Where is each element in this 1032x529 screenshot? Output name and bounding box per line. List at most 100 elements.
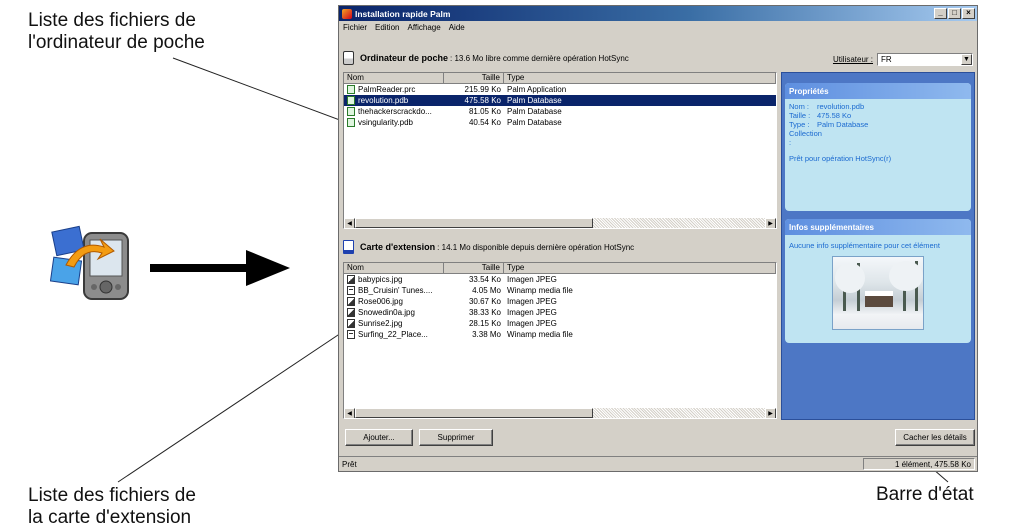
scroll-right-icon[interactable]: ▶ [765, 408, 776, 418]
scroll-right-icon[interactable]: ▶ [765, 218, 776, 228]
file-type: Palm Database [507, 107, 562, 116]
close-button[interactable]: × [962, 8, 975, 19]
window-titlebar[interactable]: Installation rapide Palm _ □ × [339, 6, 977, 21]
file-row[interactable]: babypics.jpg 33.54 Ko Imagen JPEG [344, 274, 776, 285]
menu-bar: Fichier Edition Affichage Aide [339, 21, 977, 33]
column-header-type[interactable]: Type [504, 73, 776, 83]
remove-button[interactable]: Supprimer [419, 429, 493, 446]
file-size: 3.38 Mo [472, 330, 501, 339]
file-name-cell: thehackerscrackdo... [344, 107, 444, 116]
add-button[interactable]: Ajouter... [345, 429, 413, 446]
file-name: thehackerscrackdo... [358, 107, 432, 116]
menu-edition[interactable]: Edition [375, 23, 399, 32]
file-row[interactable]: PalmReader.prc 215.99 Ko Palm Application [344, 84, 776, 95]
card-horizontal-scrollbar[interactable]: ◀ ▶ [344, 407, 776, 418]
expansion-card-icon [343, 240, 354, 254]
card-info: : 14.1 Mo disponible depuis dernière opé… [437, 242, 635, 252]
file-name-cell: BB_Cruisin' Tunes.... [344, 286, 444, 295]
file-name: Sunrise2.jpg [358, 319, 403, 328]
file-name: Snowedin0a.jpg [358, 308, 415, 317]
scroll-track[interactable] [355, 408, 765, 418]
file-name-cell: Rose006.jpg [344, 297, 444, 306]
user-value: FR [881, 55, 892, 64]
palm-quick-install-window: Installation rapide Palm _ □ × Fichier E… [338, 5, 978, 472]
leader-line-handheld [172, 57, 365, 130]
callout-card-line1: Liste des fichiers de [28, 485, 196, 506]
callout-card-list: Liste des fichiers de la carte d'extensi… [28, 485, 196, 529]
file-row[interactable]: BB_Cruisin' Tunes.... 4.05 Mo Winamp media… [344, 285, 776, 296]
file-row[interactable]: Snowedin0a.jpg 38.33 Ko Imagen JPEG [344, 307, 776, 318]
palm-file-icon [347, 85, 355, 94]
scroll-thumb[interactable] [355, 408, 593, 418]
image-file-icon [347, 308, 355, 317]
file-size: 475.58 Ko [464, 96, 501, 105]
menu-fichier[interactable]: Fichier [343, 23, 367, 32]
menu-affichage[interactable]: Affichage [407, 23, 440, 32]
maximize-button[interactable]: □ [948, 8, 961, 19]
properties-fields: Nom : revolution.pdb Taille : 475.58 Ko … [785, 99, 971, 150]
palm-file-icon [347, 107, 355, 116]
image-file-icon [347, 319, 355, 328]
file-name: revolution.pdb [358, 96, 409, 105]
prop-label: Nom : [789, 102, 810, 111]
file-name-cell: PalmReader.prc [344, 85, 444, 94]
file-name-cell: vsingularity.pdb [344, 118, 444, 127]
card-section-header: Carte d'extension : 14.1 Mo disponible d… [343, 238, 634, 256]
file-row[interactable]: Surfing_22_Place... 3.38 Mo Winamp media f… [344, 329, 776, 340]
scroll-track[interactable] [355, 218, 765, 228]
column-header-size[interactable]: Taille [444, 73, 504, 83]
right-arrow-icon [150, 250, 290, 286]
file-size: 38.33 Ko [468, 308, 501, 317]
palm-file-icon [347, 96, 355, 105]
audio-file-icon [347, 286, 355, 295]
minimize-button[interactable]: _ [934, 8, 947, 19]
file-name: PalmReader.prc [358, 85, 416, 94]
file-type: Imagen JPEG [507, 308, 557, 317]
column-header-size[interactable]: Taille [444, 263, 504, 273]
file-row[interactable]: Sunrise2.jpg 28.15 Ko Imagen JPEG [344, 318, 776, 329]
scroll-left-icon[interactable]: ◀ [344, 408, 355, 418]
hotsync-ready-status: Prêt pour opération HotSync(r) [789, 154, 892, 163]
file-size: 4.05 Mo [472, 286, 501, 295]
hide-details-button[interactable]: Cacher les détails [895, 429, 975, 446]
file-name-cell: Sunrise2.jpg [344, 319, 444, 328]
file-type: Imagen JPEG [507, 319, 557, 328]
card-rows: babypics.jpg 33.54 Ko Imagen JPEG BB_Cruisi… [344, 274, 776, 340]
image-file-icon [347, 275, 355, 284]
handheld-horizontal-scrollbar[interactable]: ◀ ▶ [344, 217, 776, 228]
file-name-cell: babypics.jpg [344, 275, 444, 284]
column-header-type[interactable]: Type [504, 263, 776, 273]
file-row[interactable]: revolution.pdb 475.58 Ko Palm Database [344, 95, 776, 106]
file-row[interactable]: vsingularity.pdb 40.54 Ko Palm Database [344, 117, 776, 128]
column-header-name[interactable]: Nom [344, 263, 444, 273]
handheld-section-header: Ordinateur de poche : 13.6 Mo libre comm… [343, 49, 629, 67]
card-file-list[interactable]: Nom Taille Type babypics.jpg 33.54 Ko Imag… [343, 262, 777, 419]
file-row[interactable]: Rose006.jpg 30.67 Ko Imagen JPEG [344, 296, 776, 307]
callout-card-line2: la carte d'extension [28, 507, 192, 528]
menu-aide[interactable]: Aide [449, 23, 465, 32]
column-header-name[interactable]: Nom [344, 73, 444, 83]
file-size: 215.99 Ko [464, 85, 501, 94]
window-title: Installation rapide Palm [355, 8, 451, 19]
chevron-down-icon[interactable]: ▼ [961, 54, 972, 65]
file-name: Surfing_22_Place... [358, 330, 428, 339]
quick-install-icon [50, 225, 129, 300]
callout-handheld-line1: Liste des fichiers de [28, 10, 196, 31]
leader-line-card [117, 318, 363, 483]
prop-value [817, 129, 967, 147]
scroll-left-icon[interactable]: ◀ [344, 218, 355, 228]
scroll-thumb[interactable] [355, 218, 593, 228]
file-type: Imagen JPEG [507, 275, 557, 284]
user-dropdown[interactable]: FR ▼ [877, 53, 973, 66]
callout-handheld-line2: l'ordinateur de poche [28, 32, 205, 53]
card-label: Carte d'extension [360, 242, 436, 252]
file-name-cell: revolution.pdb [344, 96, 444, 105]
callout-handheld-list: Liste des fichiers de l'ordinateur de po… [28, 10, 205, 54]
audio-file-icon [347, 330, 355, 339]
palm-file-icon [347, 118, 355, 127]
prop-value: revolution.pdb [817, 102, 865, 111]
callout-status-bar: Barre d'état [876, 484, 974, 505]
file-row[interactable]: thehackerscrackdo... 81.05 Ko Palm Databas… [344, 106, 776, 117]
status-bar: Prêt 1 élément, 475.58 Ko [339, 456, 977, 471]
handheld-file-list[interactable]: Nom Taille Type PalmReader.prc 215.99 Ko P… [343, 72, 777, 229]
